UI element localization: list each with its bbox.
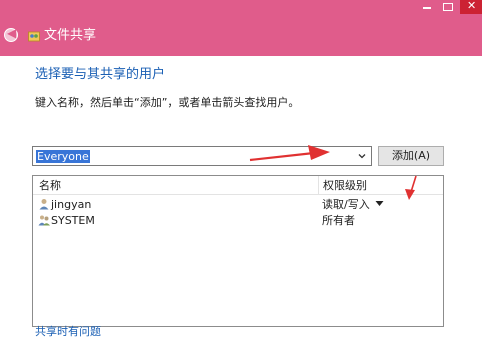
user-combobox[interactable]: Everyone xyxy=(32,146,372,166)
group-icon xyxy=(38,215,50,226)
back-button[interactable]: ◀ xyxy=(4,26,18,42)
back-arrow-icon: ◀ xyxy=(7,26,17,40)
user-list[interactable]: 名称 权限级别 jingyan 读取/写入 SYSTEM 所有者 xyxy=(32,175,444,327)
list-item[interactable]: SYSTEM 所有者 xyxy=(33,213,443,228)
user-name: jingyan xyxy=(51,198,92,211)
close-icon: ✕ xyxy=(467,0,477,12)
column-header-permission[interactable]: 权限级别 xyxy=(323,179,367,192)
column-divider[interactable] xyxy=(318,176,319,194)
maximize-button[interactable] xyxy=(439,0,457,14)
user-name: SYSTEM xyxy=(51,214,95,227)
window-title: 文件共享 xyxy=(44,28,97,43)
file-sharing-icon xyxy=(28,31,40,42)
user-combobox-value[interactable]: Everyone xyxy=(36,150,90,163)
permission-level: 所有者 xyxy=(322,214,355,227)
minimize-button[interactable] xyxy=(418,0,436,14)
title-bar: ✕ ◀ 文件共享 xyxy=(0,0,482,56)
list-item[interactable]: jingyan 读取/写入 xyxy=(33,197,443,212)
instruction-text: 键入名称，然后单击“添加”，或者单击箭头查找用户。 xyxy=(35,96,300,109)
permission-level[interactable]: 读取/写入 xyxy=(322,198,370,211)
column-header-name[interactable]: 名称 xyxy=(39,179,61,192)
close-button[interactable]: ✕ xyxy=(460,0,482,14)
page-heading: 选择要与其共享的用户 xyxy=(35,67,166,82)
help-link[interactable]: 共享时有问题 xyxy=(35,326,101,338)
chevron-down-icon[interactable] xyxy=(357,150,367,162)
permission-dropdown-icon[interactable] xyxy=(375,200,384,207)
list-header: 名称 权限级别 xyxy=(33,176,443,195)
user-icon xyxy=(39,199,49,210)
add-button[interactable]: 添加(A) xyxy=(378,146,444,166)
